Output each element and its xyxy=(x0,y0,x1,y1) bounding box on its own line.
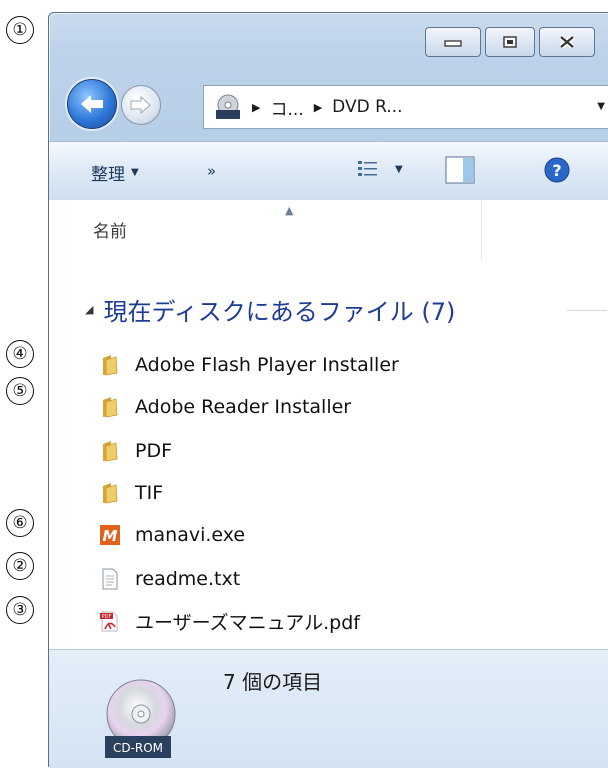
cd-rom-drive-icon xyxy=(216,94,240,119)
collapse-group-icon[interactable]: ◢ xyxy=(85,303,93,316)
details-view-icon xyxy=(358,161,377,176)
explorer-window: ▶ コ... ▶ DVD R... ▼ 整理 ▼ » ▼ ? ▲ 名前 ◢ 現在… xyxy=(48,12,608,768)
svg-text:?: ? xyxy=(552,161,561,180)
more-commands-button[interactable]: » xyxy=(207,162,216,180)
sort-ascending-icon: ▲ xyxy=(285,204,294,217)
chevron-down-icon: ▼ xyxy=(131,167,139,178)
file-list-pane: ▲ 名前 ◢ 現在ディスクにあるファイル (7) Adobe Flash Pla… xyxy=(49,200,608,649)
folder-icon xyxy=(99,482,121,504)
file-name: ユーザーズマニュアル.pdf xyxy=(135,611,360,634)
help-icon: ? xyxy=(544,157,570,183)
forward-arrow-icon xyxy=(130,96,151,114)
close-button[interactable] xyxy=(539,27,595,57)
svg-text:CD-ROM: CD-ROM xyxy=(113,741,163,755)
file-name: manavi.exe xyxy=(135,524,246,546)
command-bar: 整理 ▼ » ▼ ? xyxy=(49,141,608,201)
back-button[interactable] xyxy=(67,79,117,129)
maximize-button[interactable] xyxy=(485,27,535,57)
svg-text:PDF: PDF xyxy=(102,614,112,620)
file-name: Adobe Flash Player Installer xyxy=(135,354,399,376)
minimize-button[interactable] xyxy=(425,27,481,57)
list-item[interactable]: M manavi.exe xyxy=(99,518,245,552)
column-header-row: ▲ 名前 xyxy=(49,200,608,260)
manavi-exe-icon: M xyxy=(99,524,121,546)
text-file-icon xyxy=(99,568,121,590)
details-pane: CD-ROM 7 個の項目 xyxy=(49,649,608,768)
callout-marker-6: ⑥ xyxy=(6,509,34,537)
minimize-icon xyxy=(444,40,462,47)
file-name: readme.txt xyxy=(135,568,241,590)
column-header-name[interactable]: 名前 xyxy=(93,217,127,242)
organize-label: 整理 xyxy=(91,165,125,185)
pdf-file-icon: PDF xyxy=(99,610,121,632)
callout-marker-1: ① xyxy=(6,16,34,44)
svg-text:M: M xyxy=(103,527,118,545)
list-item[interactable]: readme.txt xyxy=(99,562,240,596)
column-divider[interactable] xyxy=(481,200,482,260)
preview-pane-icon xyxy=(445,156,475,184)
folder-icon xyxy=(99,440,121,462)
back-arrow-icon xyxy=(81,95,103,113)
breadcrumb-dvd-drive[interactable]: DVD R... xyxy=(332,97,402,117)
help-button[interactable]: ? xyxy=(543,156,571,184)
list-item[interactable]: Adobe Reader Installer xyxy=(99,390,351,424)
breadcrumb-computer[interactable]: コ... xyxy=(270,95,303,120)
file-name: Adobe Reader Installer xyxy=(135,396,352,418)
callout-marker-4: ④ xyxy=(6,340,34,368)
breadcrumb-separator-icon: ▶ xyxy=(313,100,323,114)
address-dropdown-icon[interactable]: ▼ xyxy=(597,101,605,112)
close-icon xyxy=(559,35,575,49)
list-item[interactable]: PDF ユーザーズマニュアル.pdf xyxy=(99,604,360,638)
window-caption-buttons xyxy=(425,27,595,57)
callout-marker-5: ⑤ xyxy=(6,377,34,405)
cd-rom-drive-icon: CD-ROM xyxy=(101,676,187,762)
change-view-button[interactable]: ▼ xyxy=(357,160,403,178)
group-header-label: 現在ディスクにあるファイル (7) xyxy=(103,298,456,326)
chevron-down-icon: ▼ xyxy=(395,163,403,175)
group-divider xyxy=(567,310,607,311)
callout-marker-3: ③ xyxy=(6,596,34,624)
group-header[interactable]: ◢ 現在ディスクにあるファイル (7) xyxy=(85,292,455,327)
list-item[interactable]: TIF xyxy=(99,476,163,510)
maximize-icon xyxy=(503,36,517,48)
list-item[interactable]: Adobe Flash Player Installer xyxy=(99,348,399,382)
folder-icon xyxy=(99,354,121,376)
address-bar[interactable]: ▶ コ... ▶ DVD R... ▼ xyxy=(203,85,608,129)
file-name: TIF xyxy=(135,482,164,504)
file-name: PDF xyxy=(135,440,173,462)
breadcrumb-separator-icon: ▶ xyxy=(252,100,261,114)
organize-menu[interactable]: 整理 ▼ xyxy=(91,160,139,185)
preview-pane-button[interactable] xyxy=(445,156,475,184)
list-item[interactable]: PDF xyxy=(99,434,172,468)
forward-button[interactable] xyxy=(121,85,161,125)
folder-icon xyxy=(99,396,121,418)
item-count: 7 個の項目 xyxy=(223,670,323,694)
callout-marker-2: ② xyxy=(6,552,34,580)
